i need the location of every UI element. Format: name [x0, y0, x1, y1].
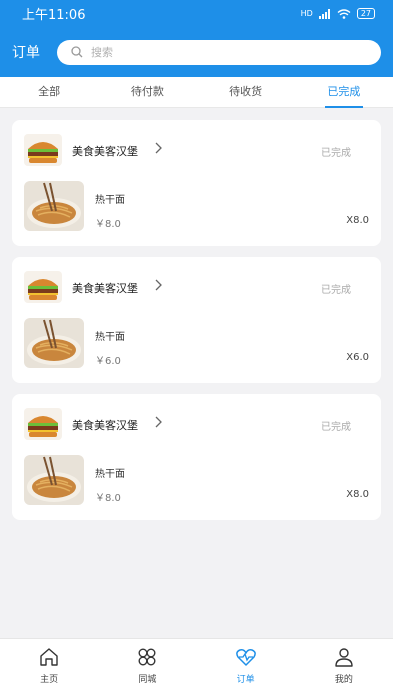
item-quantity: X8.0: [346, 215, 369, 226]
order-tabs: 全部 待付款 待收货 已完成: [0, 77, 393, 108]
item-price: ￥8.0: [95, 493, 121, 504]
home-icon: [40, 648, 58, 666]
order-status: 已完成: [321, 148, 351, 159]
shop-name[interactable]: 美食美客汉堡: [72, 417, 138, 433]
tab-completed[interactable]: 已完成: [295, 77, 393, 108]
item-quantity: X6.0: [346, 352, 369, 363]
nav-orders[interactable]: 订单: [197, 639, 295, 700]
nav-label: 订单: [236, 675, 255, 685]
burger-image: [24, 271, 62, 303]
page-title: 订单: [12, 45, 40, 61]
nav-label: 主页: [40, 675, 59, 685]
order-status: 已完成: [321, 422, 351, 433]
burger-image: [24, 134, 62, 166]
wifi-icon: [337, 8, 351, 19]
noodle-image: [24, 181, 84, 231]
heart-pulse-icon: [235, 649, 256, 666]
chevron-right-icon[interactable]: [154, 416, 162, 428]
status-time: 上午11:06: [22, 8, 86, 23]
nav-label: 同城: [138, 675, 157, 685]
order-status: 已完成: [321, 285, 351, 296]
search-bar[interactable]: [57, 39, 381, 65]
top-bar: 上午11:06 HD 27 订单: [0, 0, 393, 77]
nav-profile[interactable]: 我的: [295, 639, 393, 700]
tab-all[interactable]: 全部: [0, 77, 98, 107]
bottom-nav: 主页 同城 订单 我的: [0, 638, 393, 700]
item-price: ￥6.0: [95, 356, 121, 367]
header: 订单: [0, 27, 393, 77]
tab-pending-payment[interactable]: 待付款: [98, 77, 196, 107]
order-list: 美食美客汉堡 已完成 热干面 ￥8.0 X8.0 美食美客汉堡 已完成 热干面 …: [0, 108, 393, 520]
nav-label: 我的: [334, 675, 353, 685]
status-icons: HD 27: [301, 8, 375, 19]
signal-icon: [318, 8, 330, 19]
user-icon: [335, 648, 353, 667]
chevron-right-icon[interactable]: [154, 279, 162, 291]
shop-name[interactable]: 美食美客汉堡: [72, 280, 138, 296]
status-bar: 上午11:06 HD 27: [0, 0, 393, 27]
burger-image: [24, 408, 62, 440]
grid-icon: [138, 648, 156, 666]
shop-name[interactable]: 美食美客汉堡: [72, 143, 138, 159]
search-icon: [71, 46, 83, 58]
search-input[interactable]: [91, 45, 291, 59]
item-price: ￥8.0: [95, 219, 121, 230]
order-card[interactable]: 美食美客汉堡 已完成 热干面 ￥8.0 X8.0: [12, 394, 381, 520]
item-name: 热干面: [95, 332, 125, 343]
noodle-image: [24, 455, 84, 505]
nav-home[interactable]: 主页: [0, 639, 98, 700]
tab-pending-delivery[interactable]: 待收货: [197, 77, 295, 107]
signal-label: HD: [300, 9, 313, 18]
order-card[interactable]: 美食美客汉堡 已完成 热干面 ￥6.0 X6.0: [12, 257, 381, 383]
order-card[interactable]: 美食美客汉堡 已完成 热干面 ￥8.0 X8.0: [12, 120, 381, 246]
chevron-right-icon[interactable]: [154, 142, 162, 154]
nav-local[interactable]: 同城: [98, 639, 196, 700]
battery-icon: 27: [356, 8, 375, 19]
item-name: 热干面: [95, 469, 125, 480]
noodle-image: [24, 318, 84, 368]
item-name: 热干面: [95, 195, 125, 206]
item-quantity: X8.0: [346, 489, 369, 500]
